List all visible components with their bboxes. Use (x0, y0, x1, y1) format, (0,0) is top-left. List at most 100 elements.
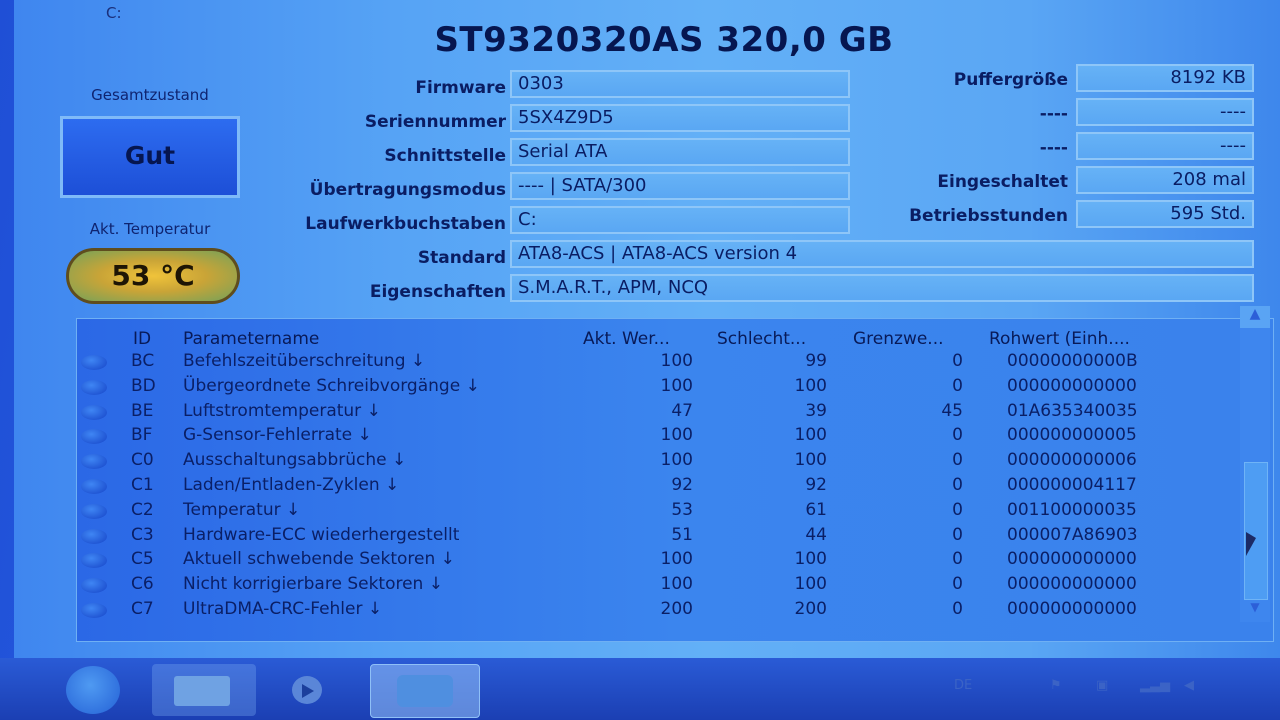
buffer-size-field: 8192 KB (1076, 64, 1254, 92)
blank-label-1: ---- (1039, 104, 1068, 124)
scroll-thumb[interactable] (1244, 462, 1268, 600)
taskbar-explorer-button[interactable] (152, 664, 256, 716)
row-id: BF (131, 425, 153, 446)
status-dot-icon (81, 404, 107, 420)
row-id: C2 (131, 499, 154, 520)
features-field: S.M.A.R.T., APM, NCQ (510, 274, 1254, 302)
network-icon[interactable]: ▣ (1096, 678, 1108, 693)
taskbar: DE ⚑ ▣ ▂▃▅ ◀ (0, 658, 1280, 720)
blank-field-1: ---- (1076, 98, 1254, 126)
crystaldiskinfo-window: C: ST9320320AS 320,0 GB Gesamtzustand Gu… (14, 0, 1280, 662)
row-threshold: 0 (952, 599, 963, 619)
status-dot-icon (81, 553, 107, 569)
row-threshold: 0 (952, 425, 963, 446)
table-row[interactable]: C3 Hardware-ECC wiederhergestellt 51 44 0 000… (77, 525, 1237, 549)
row-threshold: 0 (952, 351, 963, 371)
status-dot-icon (81, 429, 107, 445)
firmware-field: 0303 (510, 70, 850, 98)
row-id: C6 (131, 574, 154, 595)
column-header-raw[interactable]: Rohwert (Einh.... (989, 329, 1130, 349)
system-tray: DE ⚑ ▣ ▂▃▅ ◀ (950, 678, 1270, 702)
scroll-down-icon[interactable]: ▼ (1240, 600, 1270, 622)
row-threshold: 0 (952, 499, 963, 520)
row-current-value: 53 (671, 499, 693, 520)
table-row[interactable]: BE Luftstromtemperatur ↓ 47 39 45 01A63534003… (77, 401, 1237, 425)
features-label: Eigenschaften (369, 282, 506, 302)
status-dot-icon (81, 379, 107, 395)
serial-label: Seriennummer (364, 112, 506, 132)
table-row[interactable]: C1 Laden/Entladen-Zyklen ↓ 92 92 0 0000000041… (77, 475, 1237, 499)
temperature-label: Akt. Temperatur (89, 220, 211, 238)
row-worst-value: 39 (805, 400, 827, 421)
blank-field-2: ---- (1076, 132, 1254, 160)
temperature-indicator[interactable]: 53 °C (66, 248, 240, 304)
table-scrollbar[interactable]: ▲ ▼ (1240, 306, 1270, 622)
row-threshold: 0 (952, 549, 963, 570)
health-status-button[interactable]: Gut (60, 116, 240, 198)
row-worst-value: 44 (805, 524, 827, 545)
power-on-hours-field: 595 Std. (1076, 200, 1254, 228)
serial-field: 5SX4Z9D5 (510, 104, 850, 132)
status-dot-icon (81, 355, 107, 370)
smart-attributes-table[interactable]: ID Parametername Akt. Wer... Schlecht...… (76, 318, 1274, 642)
row-current-value: 51 (671, 524, 693, 545)
row-raw-value: 000000000006 (1007, 450, 1137, 471)
firmware-label: Firmware (415, 78, 506, 98)
standard-label: Standard (417, 248, 506, 268)
row-worst-value: 92 (805, 475, 827, 495)
row-current-value: 100 (660, 549, 693, 570)
column-header-id[interactable]: ID (133, 329, 151, 349)
row-raw-value: 00000000000B (1007, 351, 1138, 371)
column-header-name[interactable]: Parametername (183, 329, 319, 349)
start-button-icon[interactable] (66, 666, 120, 714)
table-row[interactable]: C0 Ausschaltungsabbrüche ↓ 100 100 0 00000000… (77, 450, 1237, 474)
row-worst-value: 100 (794, 549, 827, 570)
table-row[interactable]: BC Befehlszeitüberschreitung ↓ 100 99 0 00000… (77, 351, 1237, 375)
transfer-mode-label: Übertragungsmodus (309, 180, 506, 200)
flag-icon[interactable]: ⚑ (1050, 678, 1062, 693)
table-row[interactable]: C5 Aktuell schwebende Sektoren ↓ 100 100 0 00… (77, 549, 1237, 573)
row-name: Temperatur ↓ (183, 499, 301, 520)
scroll-up-icon[interactable]: ▲ (1240, 306, 1270, 328)
row-id: BE (131, 400, 154, 421)
row-name: Übergeordnete Schreibvorgänge ↓ (183, 375, 480, 396)
row-id: C3 (131, 524, 154, 545)
play-icon (302, 684, 314, 698)
row-raw-value: 000000004117 (1007, 475, 1137, 495)
table-row[interactable]: BF G-Sensor-Fehlerrate ↓ 100 100 0 0000000000… (77, 425, 1237, 449)
row-id: BD (131, 375, 156, 396)
row-raw-value: 000000000000 (1007, 574, 1137, 595)
column-header-worst[interactable]: Schlecht... (717, 329, 806, 349)
table-row[interactable]: C2 Temperatur ↓ 53 61 0 001100000035 (77, 500, 1237, 524)
volume-icon[interactable]: ◀ (1184, 678, 1194, 693)
row-current-value: 100 (660, 574, 693, 595)
row-current-value: 100 (660, 425, 693, 446)
column-header-current[interactable]: Akt. Wer... (583, 329, 670, 349)
status-dot-icon (81, 603, 107, 618)
standard-field: ATA8-ACS | ATA8-ACS version 4 (510, 240, 1254, 268)
row-name: Ausschaltungsabbrüche ↓ (183, 450, 407, 471)
row-name: Laden/Entladen-Zyklen ↓ (183, 475, 400, 495)
table-row[interactable]: C6 Nicht korrigierbare Sektoren ↓ 100 100 0 0… (77, 574, 1237, 598)
folder-icon (174, 676, 230, 706)
taskbar-crystaldiskinfo-button[interactable] (370, 664, 480, 718)
column-header-threshold[interactable]: Grenzwe... (853, 329, 944, 349)
row-worst-value: 100 (794, 425, 827, 446)
power-on-count-label: Eingeschaltet (937, 172, 1068, 192)
row-threshold: 0 (952, 475, 963, 495)
language-indicator[interactable]: DE (954, 678, 972, 693)
drive-tab[interactable]: C: (106, 4, 122, 22)
signal-icon[interactable]: ▂▃▅ (1140, 678, 1170, 693)
row-id: C1 (131, 475, 154, 495)
table-row[interactable]: C7 UltraDMA-CRC-Fehler ↓ 200 200 0 0000000000… (77, 599, 1237, 623)
health-status-label: Gesamtzustand (91, 86, 209, 104)
table-row[interactable]: BD Übergeordnete Schreibvorgänge ↓ 100 100 0… (77, 376, 1237, 400)
row-raw-value: 000000000000 (1007, 599, 1137, 619)
row-name: Hardware-ECC wiederhergestellt (183, 524, 460, 545)
row-worst-value: 200 (794, 599, 827, 619)
row-threshold: 0 (952, 450, 963, 471)
row-worst-value: 100 (794, 574, 827, 595)
row-id: C5 (131, 549, 154, 570)
taskbar-media-player-button[interactable] (262, 664, 362, 716)
row-raw-value: 000000000005 (1007, 425, 1137, 446)
